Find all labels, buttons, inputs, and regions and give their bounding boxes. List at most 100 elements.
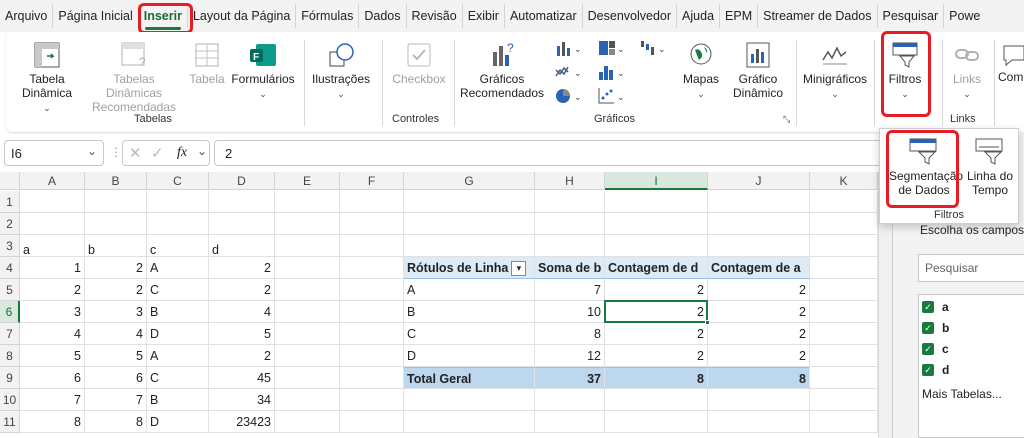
grid-cell	[708, 191, 810, 213]
forms-button[interactable]: F Formulários ⌄	[228, 40, 298, 101]
pivot-chart-button[interactable]: Gráfico Dinâmico	[724, 40, 792, 100]
tab-automatizar[interactable]: Automatizar	[505, 4, 583, 28]
field-search-input[interactable]: Pesquisar	[918, 254, 1024, 282]
separator	[942, 40, 943, 126]
recommended-charts-button[interactable]: ? Gráficos Recomendados	[458, 40, 546, 100]
table-button[interactable]: Tabela	[188, 40, 226, 86]
pivot-total-cell: 8	[708, 367, 810, 389]
tab-arquivo[interactable]: Arquivo	[0, 4, 54, 28]
row-header-11[interactable]: 11	[0, 411, 20, 433]
row-header-8[interactable]: 8	[0, 345, 20, 367]
column-header-d[interactable]: D	[209, 172, 275, 190]
grid-cell	[275, 235, 340, 257]
timeline-button[interactable]: Linha do Tempo	[964, 137, 1016, 197]
data-cell: 4	[209, 301, 275, 323]
recommended-pivot-button[interactable]: ? Tabelas Dinâmicas Recomendadas	[84, 40, 184, 114]
separator	[382, 40, 383, 126]
row-header-5[interactable]: 5	[0, 279, 20, 301]
column-header-k[interactable]: K	[810, 172, 878, 190]
checkbox-checked-icon[interactable]: ✓	[922, 343, 934, 355]
hierarchy-chart-icon[interactable]: ⌄	[596, 38, 626, 58]
column-header-g[interactable]: G	[404, 172, 535, 190]
tab-inserir[interactable]: Inserir	[139, 4, 188, 30]
cancel-icon[interactable]: ✕	[129, 144, 142, 162]
checkbox-checked-icon[interactable]: ✓	[922, 301, 934, 313]
formula-input[interactable]: 2	[214, 140, 890, 166]
scatter-chart-icon[interactable]: ⌄	[596, 86, 626, 106]
link-button[interactable]: Links ⌄	[946, 40, 988, 101]
column-header-i[interactable]: I	[605, 172, 708, 190]
grid-cell	[810, 411, 878, 433]
tab-layout-da-página[interactable]: Layout da Página	[188, 4, 297, 28]
illustrations-button[interactable]: Ilustrações ⌄	[308, 40, 374, 101]
grid-cell	[605, 235, 708, 257]
checkbox-button[interactable]: Checkbox	[386, 40, 452, 86]
timeline-icon	[975, 138, 1003, 165]
statistic-chart-icon[interactable]: ⌄	[596, 62, 626, 82]
column-header-e[interactable]: E	[275, 172, 340, 190]
waterfall-chart-icon[interactable]: ⌄	[638, 38, 668, 58]
grid-cell	[275, 257, 340, 279]
tab-desenvolvedor[interactable]: Desenvolvedor	[583, 4, 678, 28]
group-label-graficos: Gráficos	[594, 113, 635, 125]
grid-cell	[340, 367, 404, 389]
row-header-7[interactable]: 7	[0, 323, 20, 345]
column-header-h[interactable]: H	[535, 172, 605, 190]
tab-exibir[interactable]: Exibir	[463, 4, 505, 28]
filter-icon	[892, 42, 918, 68]
data-cell: 2	[85, 257, 147, 279]
tab-streamer-de-dados[interactable]: Streamer de Dados	[758, 4, 878, 28]
active-cell-selection[interactable]	[604, 300, 708, 323]
filter-dropdown-icon[interactable]: ▾	[511, 261, 527, 277]
tab-fórmulas[interactable]: Fórmulas	[296, 4, 360, 28]
row-header-1[interactable]: 1	[0, 191, 20, 213]
column-header-a[interactable]: A	[20, 172, 85, 190]
grid-cell	[810, 345, 878, 367]
grid-cell	[810, 235, 878, 257]
grid-cell	[605, 191, 708, 213]
fill-handle[interactable]	[705, 320, 710, 325]
tab-revisão[interactable]: Revisão	[407, 4, 463, 28]
column-header-f[interactable]: F	[340, 172, 404, 190]
comments-button[interactable]: Com	[998, 40, 1024, 84]
grid-cell	[340, 323, 404, 345]
tab-ajuda[interactable]: Ajuda	[677, 4, 721, 28]
row-header-10[interactable]: 10	[0, 389, 20, 411]
line-chart-icon[interactable]: ⌄	[554, 62, 584, 82]
pivot-table-button[interactable]: Tabela Dinâmica ⌄	[12, 40, 82, 115]
spreadsheet-grid[interactable]: A B C D E F G H I J K 1 2 3 4 5 6 7 8 9 10 11 a b c d 1 2 A 2 2 2 C 2 3 3 B 4…	[0, 172, 878, 438]
column-header-c[interactable]: C	[147, 172, 209, 190]
grid-cell	[340, 257, 404, 279]
column-header-j[interactable]: J	[708, 172, 810, 190]
pie-chart-icon[interactable]: ⌄	[554, 86, 584, 106]
column-header-b[interactable]: B	[85, 172, 147, 190]
column-chart-icon[interactable]: ⌄	[554, 38, 584, 58]
checkbox-checked-icon[interactable]: ✓	[922, 322, 934, 334]
tab-página-inicial[interactable]: Página Inicial	[53, 4, 139, 28]
dialog-launcher-icon[interactable]: ⤡	[783, 114, 790, 125]
name-box[interactable]: I6 ⌄	[4, 140, 104, 166]
tab-dados[interactable]: Dados	[359, 4, 407, 28]
sparklines-button[interactable]: Minigráficos ⌄	[800, 40, 870, 101]
row-header-9[interactable]: 9	[0, 367, 20, 389]
tab-epm[interactable]: EPM	[720, 4, 759, 28]
tab-pesquisar[interactable]: Pesquisar	[878, 4, 945, 28]
tab-powe[interactable]: Powe	[944, 4, 985, 28]
confirm-icon[interactable]: ✓	[151, 144, 164, 162]
slicer-button[interactable]: Segmentação de Dados	[886, 137, 963, 197]
grid-cell	[810, 323, 878, 345]
grid-cell	[340, 345, 404, 367]
function-icon[interactable]: fx	[177, 145, 187, 161]
filters-button[interactable]: Filtros ⌄	[882, 40, 928, 101]
pivot-cell: 12	[535, 345, 605, 367]
row-header-2[interactable]: 2	[0, 213, 20, 235]
checkbox-checked-icon[interactable]: ✓	[922, 364, 934, 376]
row-header-3[interactable]: 3	[0, 235, 20, 257]
maps-button[interactable]: Mapas ⌄	[676, 40, 726, 101]
svg-text:F: F	[253, 52, 259, 63]
recommended-charts-icon: ?	[493, 41, 514, 66]
more-tables-link[interactable]: Mais Tabelas...	[922, 387, 1002, 401]
row-header-4[interactable]: 4	[0, 257, 20, 279]
row-header-6[interactable]: 6	[0, 301, 20, 323]
grid-cell	[85, 213, 147, 235]
